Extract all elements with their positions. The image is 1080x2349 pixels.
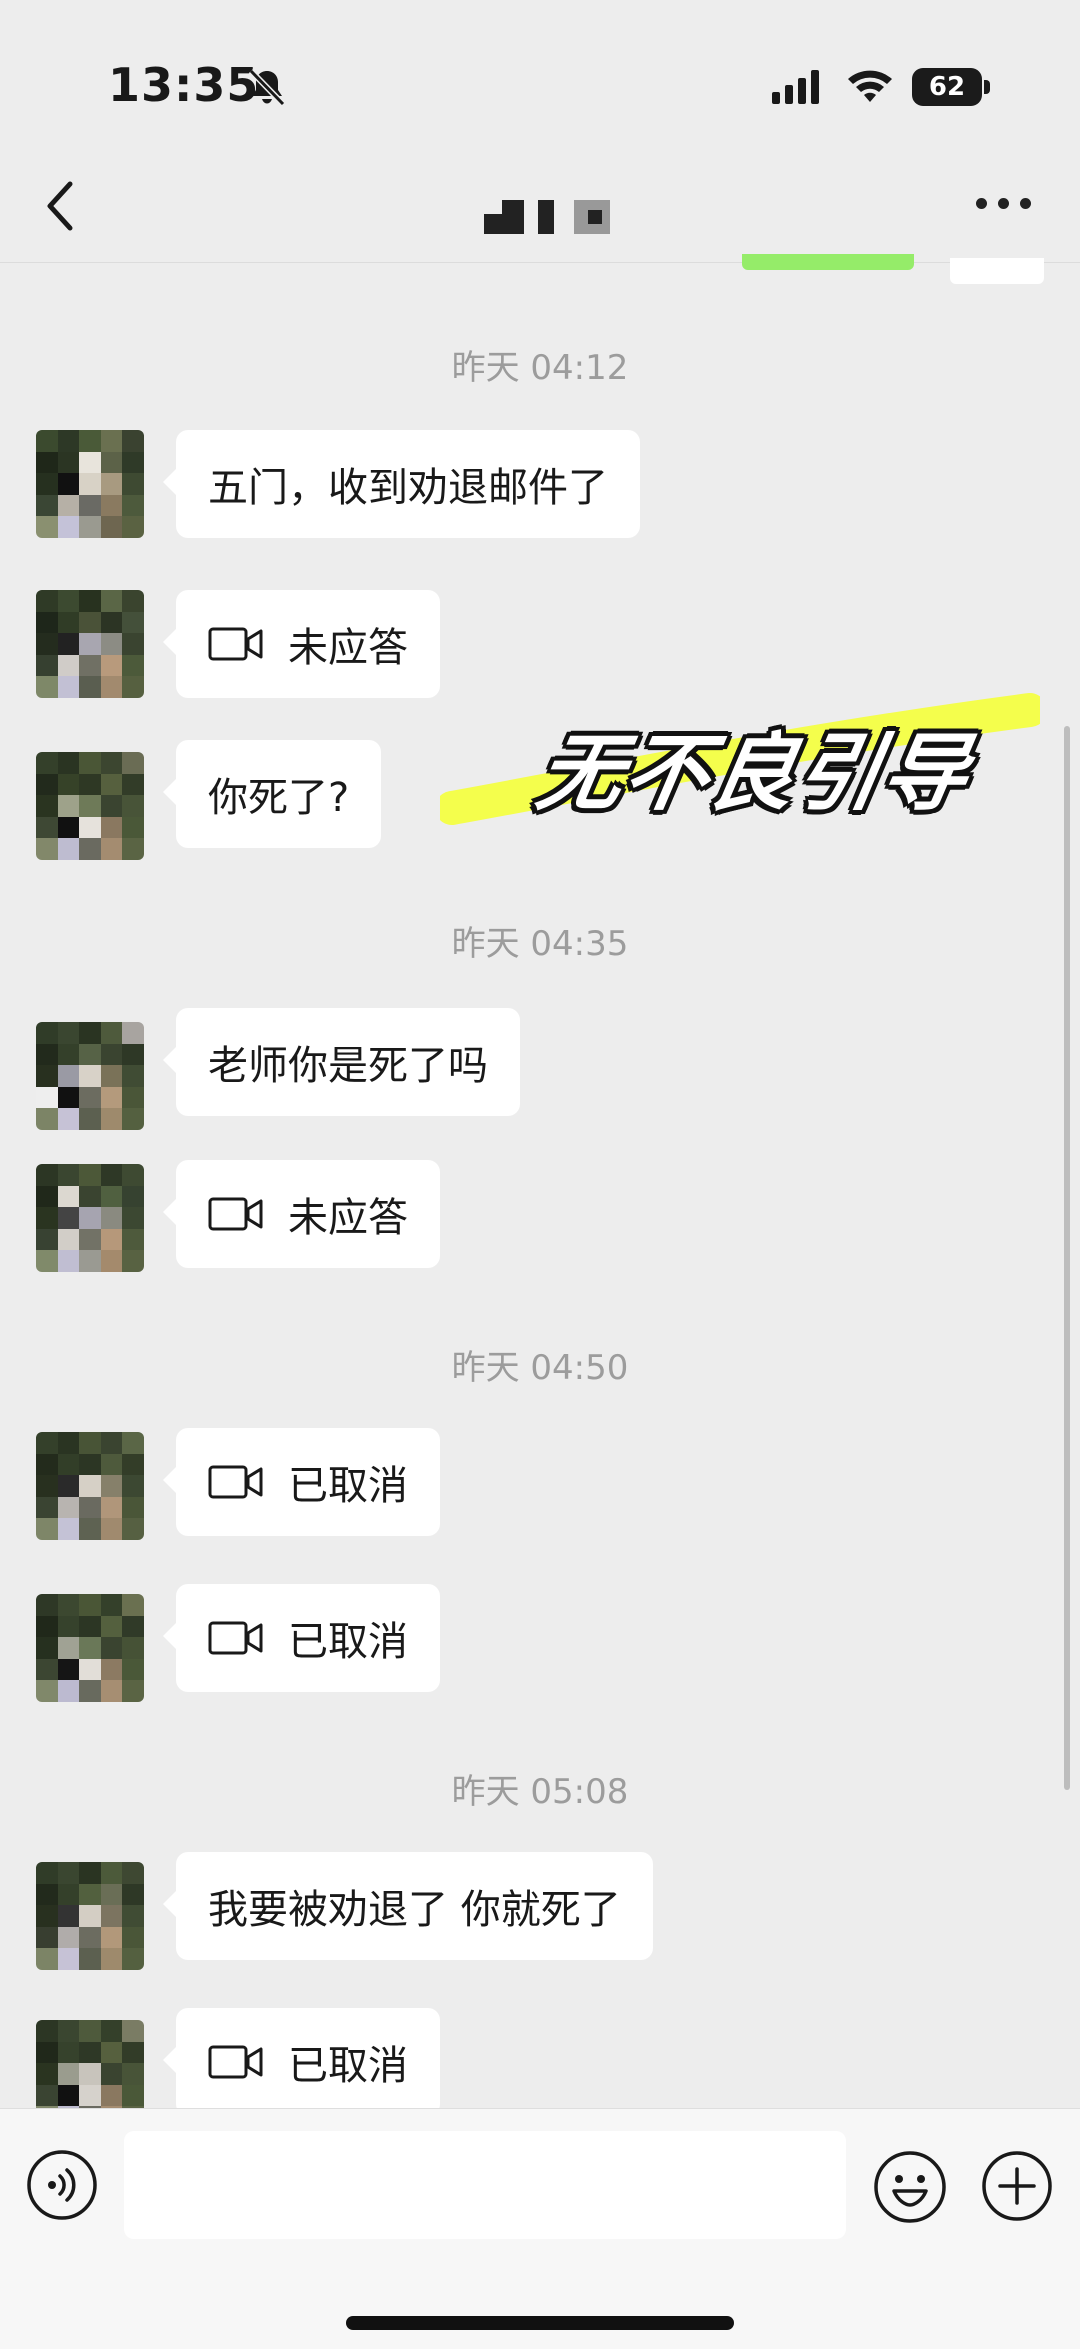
call-status: 未应答: [288, 1195, 408, 1241]
battery-level: 62: [928, 72, 966, 102]
chat-title-redacted: [484, 200, 610, 234]
avatar[interactable]: [36, 430, 144, 538]
call-status: 未应答: [288, 625, 408, 671]
message-bubble[interactable]: 我要被劝退了 你就死了: [163, 1852, 653, 1960]
video-call-bubble[interactable]: 未应答: [163, 1160, 440, 1268]
cellular-signal-icon: [772, 70, 819, 104]
message-bubble[interactable]: 五门，收到劝退邮件了: [163, 430, 640, 538]
call-status: 已取消: [288, 2043, 408, 2089]
home-indicator[interactable]: [346, 2316, 734, 2330]
video-call-bubble[interactable]: 已取消: [163, 1584, 440, 1692]
message-text: 你死了?: [208, 775, 350, 821]
battery-nub: [984, 80, 990, 94]
avatar[interactable]: [36, 1594, 144, 1702]
status-time: 13:35: [108, 58, 260, 112]
message-input[interactable]: [124, 2131, 846, 2239]
avatar[interactable]: [36, 1432, 144, 1540]
message-input-bar: [0, 2108, 1080, 2349]
timestamp: 昨天 05:08: [451, 1772, 629, 1812]
partial-sent-bubble: [742, 254, 914, 270]
avatar[interactable]: [36, 752, 144, 860]
video-call-icon: [208, 1465, 263, 1499]
video-call-icon: [208, 2045, 263, 2079]
wifi-icon: [848, 70, 892, 102]
status-bar: 13:35 62: [0, 0, 1080, 150]
bell-muted-icon: [248, 68, 286, 107]
message-text: 老师你是死了吗: [208, 1043, 488, 1089]
call-status: 已取消: [288, 1463, 408, 1509]
call-status: 已取消: [288, 1619, 408, 1665]
video-call-icon: [208, 1197, 263, 1231]
back-chevron-icon[interactable]: [40, 176, 80, 236]
video-call-bubble[interactable]: 已取消: [163, 2008, 440, 2116]
video-call-icon: [208, 1621, 263, 1655]
avatar[interactable]: [36, 1164, 144, 1272]
message-text: 我要被劝退了 你就死了: [208, 1887, 621, 1933]
scrollbar[interactable]: [1064, 726, 1070, 1790]
video-call-icon: [208, 627, 263, 661]
avatar[interactable]: [36, 1022, 144, 1130]
timestamp: 昨天 04:50: [451, 1348, 629, 1388]
emoji-icon[interactable]: [872, 2149, 948, 2225]
message-bubble[interactable]: 老师你是死了吗: [163, 1008, 520, 1116]
battery-indicator: 62: [912, 68, 990, 106]
message-bubble[interactable]: 你死了?: [162, 740, 382, 848]
partial-received-bubble: [950, 258, 1044, 284]
avatar[interactable]: [36, 590, 144, 698]
avatar[interactable]: [36, 1862, 144, 1970]
more-options-icon[interactable]: [976, 198, 1032, 214]
video-call-bubble[interactable]: 未应答: [163, 590, 440, 698]
video-call-bubble[interactable]: 已取消: [163, 1428, 440, 1536]
chat-header: [0, 150, 1080, 263]
plus-icon[interactable]: [980, 2149, 1054, 2223]
watermark-caption: 无不良引导: [530, 724, 978, 822]
voice-icon[interactable]: [26, 2149, 98, 2221]
timestamp: 昨天 04:12: [451, 348, 629, 388]
message-text: 五门，收到劝退邮件了: [208, 465, 608, 511]
timestamp: 昨天 04:35: [451, 924, 629, 964]
